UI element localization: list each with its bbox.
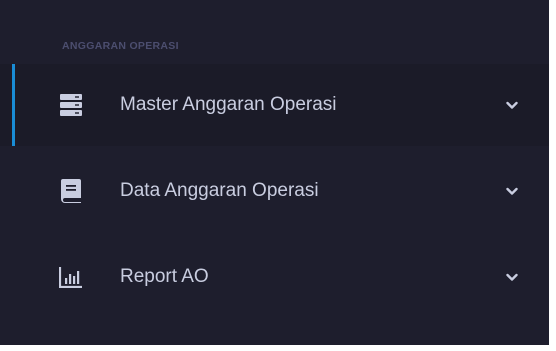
book-icon xyxy=(58,178,84,204)
chevron-down-icon[interactable] xyxy=(505,184,519,198)
sidebar-item-master-anggaran-operasi[interactable]: Master Anggaran Operasi xyxy=(0,64,549,146)
sidebar-item-label: Master Anggaran Operasi xyxy=(120,94,337,115)
active-indicator xyxy=(12,64,15,146)
section-heading: ANGGARAN OPERASI xyxy=(62,40,179,52)
chevron-down-icon[interactable] xyxy=(505,270,519,284)
sidebar-item-data-anggaran-operasi[interactable]: Data Anggaran Operasi xyxy=(0,150,549,232)
sidebar-item-label: Report AO xyxy=(120,266,209,287)
chart-bar-icon xyxy=(58,264,84,290)
server-icon xyxy=(58,92,84,118)
sidebar-item-report-ao[interactable]: Report AO xyxy=(0,236,549,318)
chevron-down-icon[interactable] xyxy=(505,98,519,112)
sidebar-item-label: Data Anggaran Operasi xyxy=(120,180,319,201)
sidebar: ANGGARAN OPERASI Master Anggaran Operasi xyxy=(0,0,549,345)
